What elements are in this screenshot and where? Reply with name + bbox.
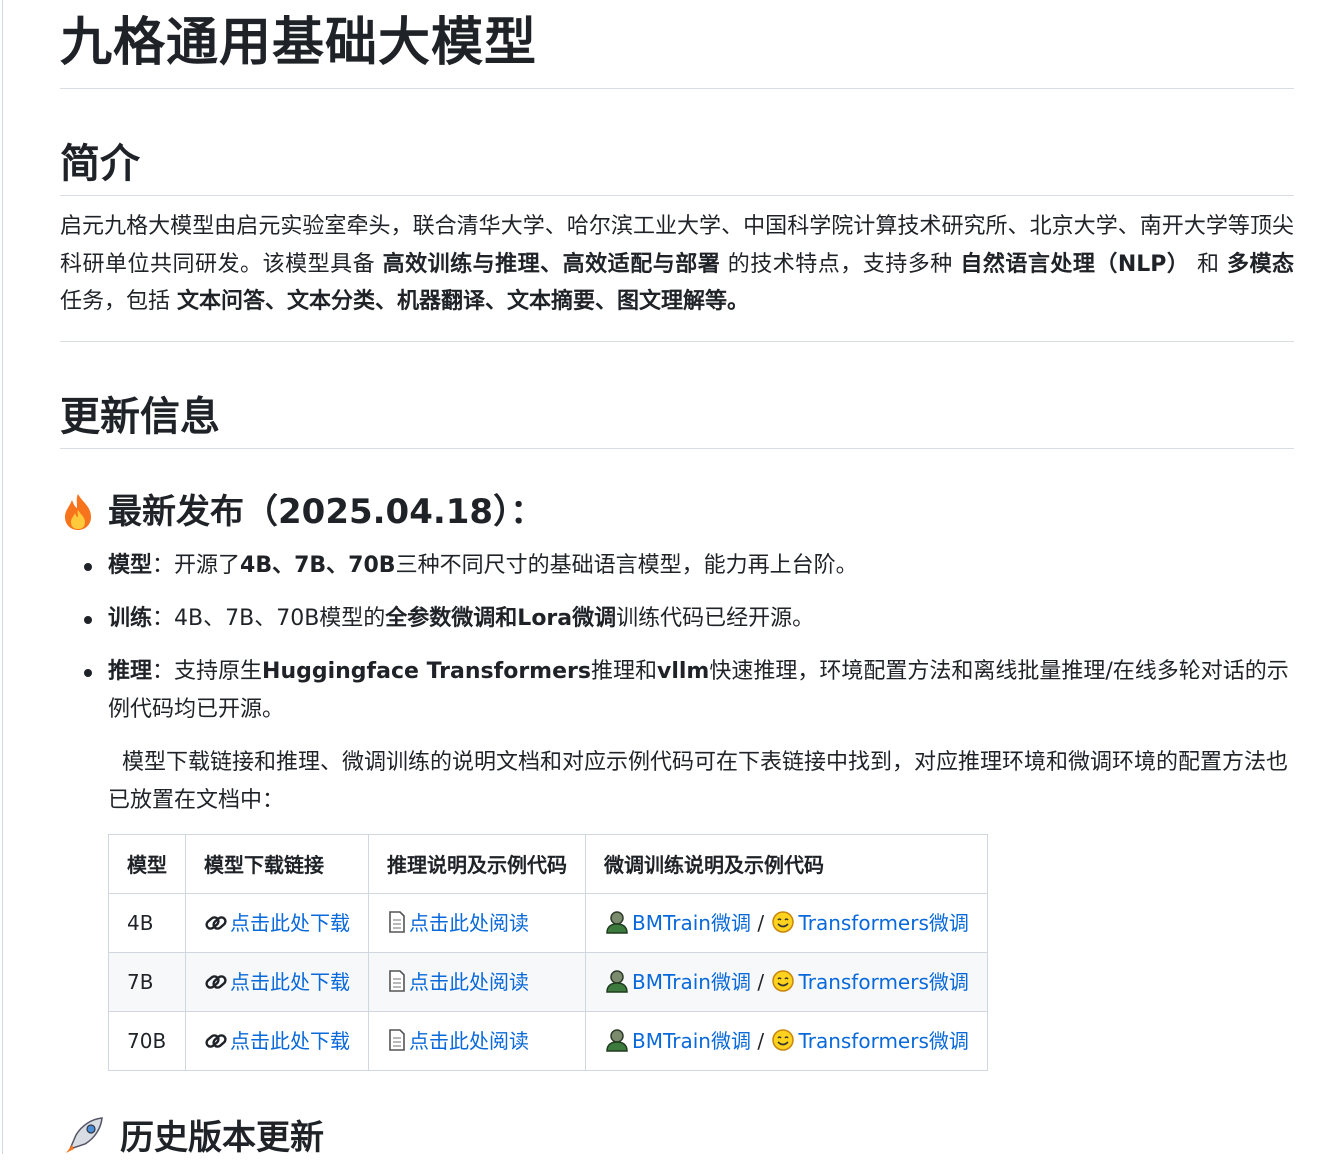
intro-paragraph: 启元九格大模型由启元实验室牵头，联合清华大学、哈尔滨工业大学、中国科学院计算技术…	[60, 208, 1294, 342]
item-text: ：4B、7B、70B模型的	[152, 605, 386, 631]
intro-text: 任务，包括	[60, 289, 177, 314]
bmtrain-link[interactable]: BMTrain微调	[604, 1029, 751, 1053]
table-row: 7B 点击此处下载 点击此处阅读 BMTrain微调 / Transformer…	[108, 951, 988, 1012]
read-link[interactable]: 点击此处阅读	[387, 1029, 529, 1053]
header-inference: 推理说明及示例代码	[368, 833, 586, 894]
download-link-text: 点击此处下载	[230, 910, 350, 935]
bmtrain-link-text: BMTrain微调	[632, 1028, 751, 1053]
cell-download: 点击此处下载	[185, 892, 369, 953]
bmtrain-link-text: BMTrain微调	[632, 969, 751, 994]
header-finetune: 微调训练说明及示例代码	[585, 833, 988, 894]
list-item: 模型：开源了4B、7B、70B三种不同尺寸的基础语言模型，能力再上台阶。	[84, 547, 1294, 585]
document-icon	[387, 1028, 407, 1057]
header-model: 模型	[108, 833, 186, 894]
download-link-text: 点击此处下载	[230, 969, 350, 994]
markdown-document: 九格通用基础大模型 简介 启元九格大模型由启元实验室牵头，联合清华大学、哈尔滨工…	[60, 0, 1294, 1158]
hugging-face-icon	[770, 910, 796, 939]
intro-bold: 自然语言处理（NLP）	[960, 251, 1190, 277]
list-item: 推理：支持原生Huggingface Transformers推理和vllm快速…	[84, 653, 1294, 729]
cell-inference: 点击此处阅读	[368, 951, 586, 1012]
download-link[interactable]: 点击此处下载	[204, 970, 350, 994]
page-left-border	[2, 0, 3, 1154]
item-bold: 全参数微调和Lora微调	[385, 605, 617, 631]
read-link-text: 点击此处阅读	[409, 910, 529, 935]
history-heading-text: 历史版本更新	[120, 1118, 324, 1158]
item-text: 训练代码已经开源。	[616, 605, 815, 631]
rocket-icon	[60, 1115, 108, 1155]
item-label: 模型	[108, 552, 153, 578]
updates-heading: 更新信息	[60, 342, 1294, 449]
hugging-face-icon	[770, 1028, 796, 1057]
item-bold: vllm	[656, 658, 710, 684]
release-heading-text: 最新发布（2025.04.18）：	[108, 491, 545, 532]
cell-inference: 点击此处阅读	[368, 892, 586, 953]
item-bold: 4B、7B、70B	[240, 552, 396, 578]
intro-bold: 高效训练与推理、高效适配与部署	[382, 251, 721, 277]
cell-inference: 点击此处阅读	[368, 1010, 586, 1071]
cell-finetune: BMTrain微调 / Transformers微调	[585, 1010, 988, 1071]
download-link-text: 点击此处下载	[230, 1028, 350, 1053]
page-title: 九格通用基础大模型	[60, 0, 1294, 89]
table-row: 70B 点击此处下载 点击此处阅读 BMTrain微调 / Transforme…	[108, 1010, 988, 1071]
bmtrain-link-text: BMTrain微调	[632, 910, 751, 935]
link-icon	[204, 971, 228, 998]
transformers-link-text: Transformers微调	[798, 1028, 969, 1053]
cell-model: 7B	[108, 951, 186, 1012]
transformers-link[interactable]: Transformers微调	[770, 969, 969, 994]
table-header-row: 模型 模型下载链接 推理说明及示例代码 微调训练说明及示例代码	[108, 833, 988, 894]
read-link[interactable]: 点击此处阅读	[387, 911, 529, 935]
link-icon	[204, 1030, 228, 1057]
release-heading: 最新发布（2025.04.18）：	[60, 487, 1294, 537]
person-icon	[604, 969, 630, 998]
cell-download: 点击此处下载	[185, 1010, 369, 1071]
cell-model: 4B	[108, 892, 186, 953]
transformers-link[interactable]: Transformers微调	[770, 910, 969, 935]
item-text: ：开源了	[152, 552, 241, 578]
read-link-text: 点击此处阅读	[409, 969, 529, 994]
download-link[interactable]: 点击此处下载	[204, 911, 350, 935]
bmtrain-link[interactable]: BMTrain微调	[604, 911, 751, 935]
download-link[interactable]: 点击此处下载	[204, 1029, 350, 1053]
header-download: 模型下载链接	[185, 833, 369, 894]
hugging-face-icon	[770, 969, 796, 998]
cell-finetune: BMTrain微调 / Transformers微调	[585, 892, 988, 953]
transformers-link-text: Transformers微调	[798, 910, 969, 935]
item-label: 训练	[108, 605, 153, 631]
list-item: 训练：4B、7B、70B模型的全参数微调和Lora微调训练代码已经开源。	[84, 600, 1294, 638]
table-row: 4B 点击此处下载 点击此处阅读 BMTrain微调 / Transformer…	[108, 892, 988, 953]
person-icon	[604, 1028, 630, 1057]
read-link[interactable]: 点击此处阅读	[387, 970, 529, 994]
intro-bold: 文本问答、文本分类、机器翻译、文本摘要、图文理解等。	[177, 289, 750, 314]
link-separator: /	[757, 1028, 765, 1053]
fire-icon	[60, 492, 96, 532]
read-link-text: 点击此处阅读	[409, 1028, 529, 1053]
release-list: 模型：开源了4B、7B、70B三种不同尺寸的基础语言模型，能力再上台阶。 训练：…	[60, 547, 1294, 729]
bmtrain-link[interactable]: BMTrain微调	[604, 970, 751, 994]
cell-model: 70B	[108, 1010, 186, 1071]
item-text: 三种不同尺寸的基础语言模型，能力再上台阶。	[395, 552, 858, 578]
intro-text: 和	[1189, 251, 1227, 277]
item-label: 推理	[108, 658, 153, 684]
history-heading: 历史版本更新	[60, 1115, 1294, 1158]
intro-bold: 多模态	[1226, 251, 1294, 277]
cell-finetune: BMTrain微调 / Transformers微调	[585, 951, 988, 1012]
cell-download: 点击此处下载	[185, 951, 369, 1012]
person-icon	[604, 910, 630, 939]
link-separator: /	[757, 910, 765, 935]
document-icon	[387, 910, 407, 939]
link-icon	[204, 912, 228, 939]
transformers-link[interactable]: Transformers微调	[770, 1028, 969, 1053]
transformers-link-text: Transformers微调	[798, 969, 969, 994]
item-bold: Huggingface Transformers	[262, 658, 591, 684]
document-icon	[387, 969, 407, 998]
intro-heading: 简介	[60, 89, 1294, 196]
model-table: 模型 模型下载链接 推理说明及示例代码 微调训练说明及示例代码 4B 点击此处下…	[108, 833, 988, 1071]
link-separator: /	[757, 969, 765, 994]
item-text: ：支持原生	[152, 658, 263, 684]
intro-text: 的技术特点，支持多种	[720, 251, 961, 277]
item-text: 推理和	[590, 658, 657, 684]
table-intro-note: 模型下载链接和推理、微调训练的说明文档和对应示例代码可在下表链接中找到，对应推理…	[108, 749, 1289, 813]
